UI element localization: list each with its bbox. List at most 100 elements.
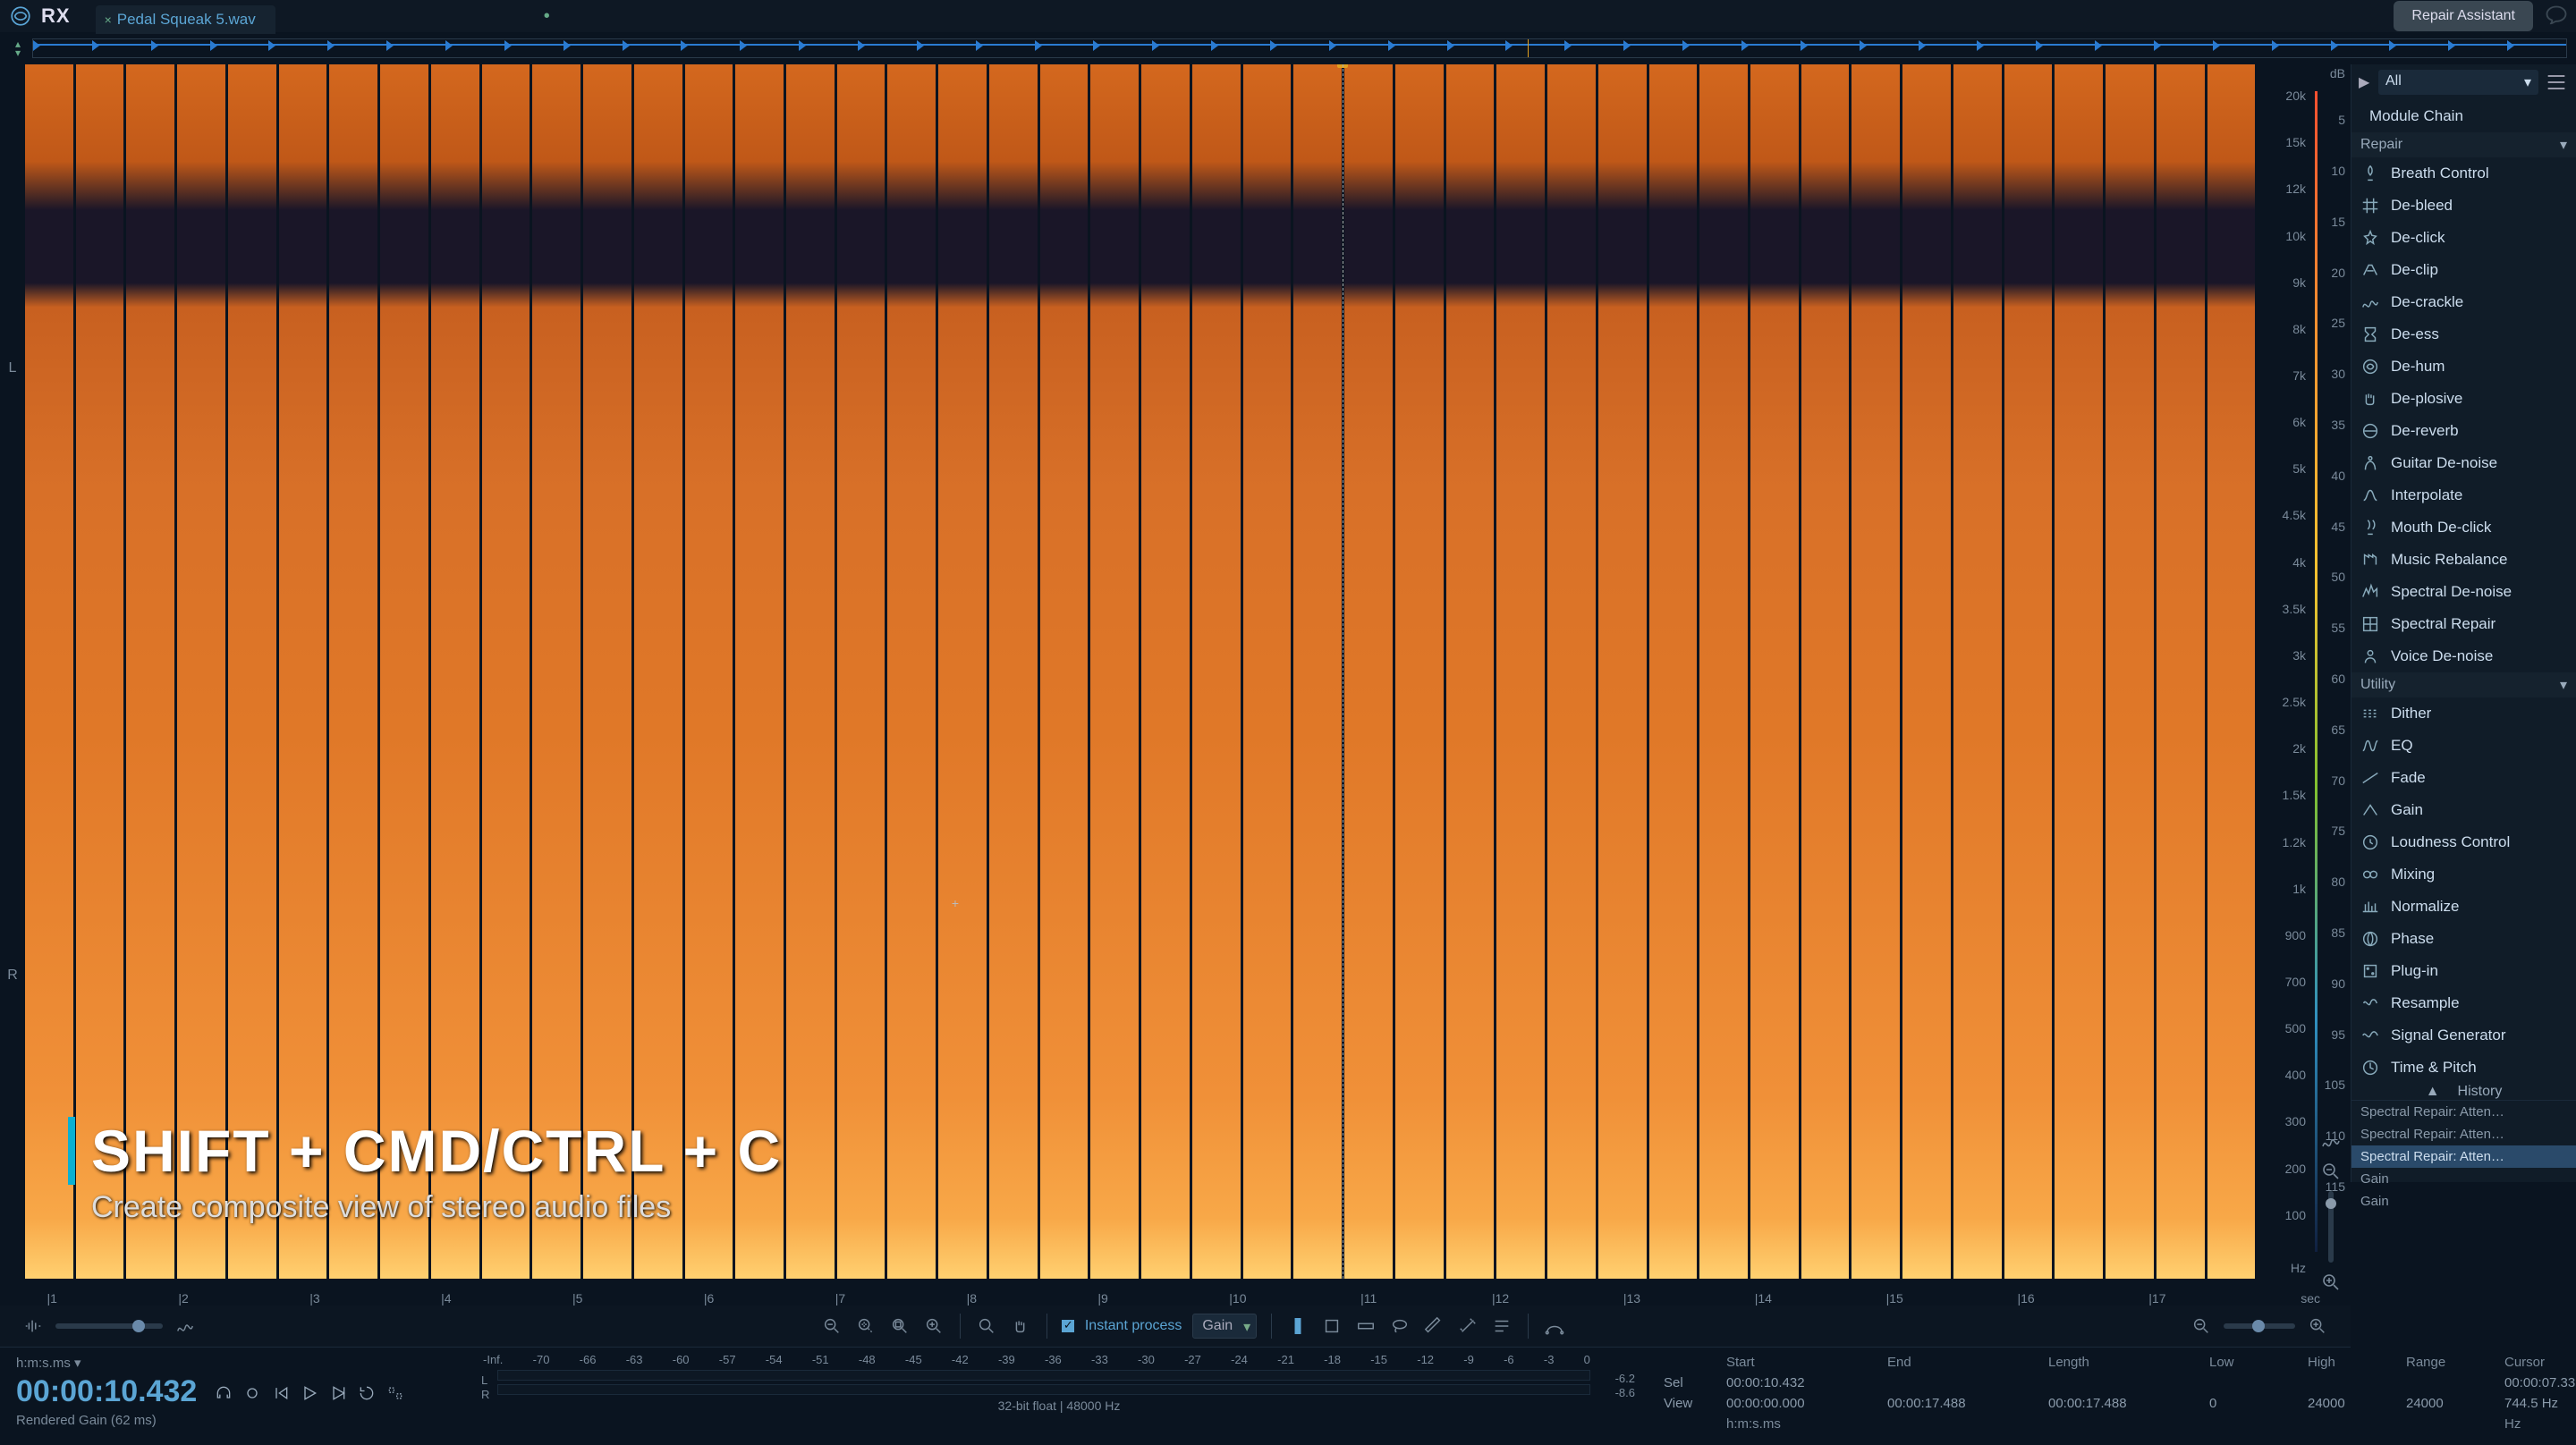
module-item[interactable]: De-ess <box>2351 318 2576 351</box>
freq-tick: 900 <box>2285 928 2306 942</box>
module-chain-row[interactable]: Module Chain <box>2351 100 2576 132</box>
rewind-icon[interactable] <box>272 1384 290 1402</box>
module-chain-label: Module Chain <box>2369 107 2463 125</box>
module-item[interactable]: De-click <box>2351 222 2576 254</box>
zoom-in-icon[interactable] <box>922 1314 945 1338</box>
timeline-tick: |11 <box>1360 1291 1377 1306</box>
module-item[interactable]: Dither <box>2351 697 2576 730</box>
level-tick: -15 <box>1370 1353 1387 1366</box>
time-format-select[interactable]: h:m:s.ms ▾ <box>16 1355 449 1371</box>
module-icon <box>2360 292 2380 312</box>
level-tick: -30 <box>1138 1353 1155 1366</box>
zoom-out-v-icon[interactable] <box>2320 1161 2342 1182</box>
vertical-slider[interactable] <box>2328 1191 2334 1263</box>
overview-strip[interactable] <box>32 38 2567 58</box>
overview-playhead[interactable] <box>1528 39 1529 57</box>
zoom-selection-icon[interactable] <box>888 1314 911 1338</box>
history-up-icon[interactable]: ▲ <box>2426 1084 2440 1100</box>
module-item[interactable]: Spectral De-noise <box>2351 576 2576 608</box>
timeline-ruler[interactable]: sec |1|2|3|4|5|6|7|8|9|10|11|12|13|14|15… <box>0 1279 2351 1306</box>
ruler-toggle-icon[interactable] <box>2320 1130 2342 1152</box>
module-item[interactable]: De-reverb <box>2351 415 2576 447</box>
module-item[interactable]: Mixing <box>2351 858 2576 891</box>
lasso-tool-icon[interactable] <box>1388 1314 1411 1338</box>
process-select[interactable]: Gain <box>1192 1314 1257 1339</box>
module-item[interactable]: Fade <box>2351 762 2576 794</box>
wave-spectro-icon[interactable] <box>174 1314 197 1338</box>
module-item[interactable]: De-bleed <box>2351 190 2576 222</box>
module-item[interactable]: Mouth De-click <box>2351 511 2576 544</box>
history-item[interactable]: Spectral Repair: Atten… <box>2351 1101 2576 1123</box>
level-tick: -3 <box>1544 1353 1555 1366</box>
wand-tool-icon[interactable] <box>1456 1314 1479 1338</box>
module-item[interactable]: Voice De-noise <box>2351 640 2576 672</box>
list-tool-icon[interactable] <box>1490 1314 1513 1338</box>
sidebar-play-icon[interactable]: ▶ <box>2359 73 2373 91</box>
play-icon[interactable] <box>301 1384 318 1402</box>
section-utility[interactable]: Utility▾ <box>2351 672 2576 697</box>
spectrogram-view[interactable]: + SHIFT + CMD/CTRL + C Create composite … <box>25 64 2258 1279</box>
module-item[interactable]: Breath Control <box>2351 157 2576 190</box>
filter-dropdown[interactable]: All▾ <box>2378 70 2538 95</box>
module-item[interactable]: Normalize <box>2351 891 2576 923</box>
file-tab[interactable]: × Pedal Squeak 5.wav <box>96 5 275 34</box>
history-item[interactable]: Gain <box>2351 1168 2576 1190</box>
module-item[interactable]: Time & Pitch <box>2351 1052 2576 1084</box>
assist-halo-icon[interactable] <box>2544 4 2569 29</box>
module-item[interactable]: Resample <box>2351 987 2576 1019</box>
record-icon[interactable] <box>243 1384 261 1402</box>
module-item[interactable]: De-plosive <box>2351 383 2576 415</box>
freq-select-tool-icon[interactable] <box>1354 1314 1377 1338</box>
module-item[interactable]: Phase <box>2351 923 2576 955</box>
curve-tool-icon[interactable] <box>1543 1314 1566 1338</box>
module-item[interactable]: Music Rebalance <box>2351 544 2576 576</box>
module-item[interactable]: De-crackle <box>2351 286 2576 318</box>
loop-icon[interactable] <box>358 1384 376 1402</box>
freq-tick: 8k <box>2292 322 2306 336</box>
module-item[interactable]: Gain <box>2351 794 2576 826</box>
time-select-tool-icon[interactable] <box>1286 1314 1309 1338</box>
zoom-fit-icon[interactable] <box>854 1314 877 1338</box>
tab-close-icon[interactable]: × <box>105 13 112 27</box>
channel-labels: L R <box>0 64 25 1279</box>
module-item[interactable]: Signal Generator <box>2351 1019 2576 1052</box>
history-panel: ▲History Spectral Repair: Atten…Spectral… <box>2351 1084 2576 1182</box>
freq-tick: 700 <box>2285 975 2306 989</box>
module-item[interactable]: Plug-in <box>2351 955 2576 987</box>
module-label: De-crackle <box>2391 293 2463 311</box>
module-item[interactable]: Guitar De-noise <box>2351 447 2576 479</box>
zoom-out-icon[interactable] <box>820 1314 843 1338</box>
zoom-tool-icon[interactable] <box>975 1314 998 1338</box>
module-item[interactable]: EQ <box>2351 730 2576 762</box>
opacity-slider[interactable] <box>55 1323 163 1329</box>
timeline-tick: |1 <box>47 1291 57 1306</box>
module-item[interactable]: Interpolate <box>2351 479 2576 511</box>
headphone-icon[interactable] <box>215 1384 233 1402</box>
history-item[interactable]: Gain <box>2351 1190 2576 1213</box>
grab-tool-icon[interactable] <box>1009 1314 1032 1338</box>
bottom-toolbar: Instant process Gain <box>0 1306 2351 1347</box>
module-item[interactable]: Spectral Repair <box>2351 608 2576 640</box>
vzoom-out-icon[interactable] <box>2190 1314 2213 1338</box>
zoom-in-v-icon[interactable] <box>2320 1272 2342 1293</box>
repair-assistant-button[interactable]: Repair Assistant <box>2394 1 2533 31</box>
module-item[interactable]: De-clip <box>2351 254 2576 286</box>
section-repair[interactable]: Repair▾ <box>2351 132 2576 157</box>
module-item[interactable]: Loudness Control <box>2351 826 2576 858</box>
waveform-bars-icon[interactable] <box>21 1314 45 1338</box>
shuffle-icon[interactable] <box>386 1384 404 1402</box>
timeline-tick: |3 <box>309 1291 319 1306</box>
module-list-toggle-icon[interactable] <box>2544 70 2569 95</box>
vertical-zoom-slider[interactable] <box>2224 1323 2295 1329</box>
collapse-icon: ▾ <box>2560 136 2567 154</box>
sel-cell: Sel <box>1664 1375 1717 1390</box>
tf-select-tool-icon[interactable] <box>1320 1314 1343 1338</box>
brush-tool-icon[interactable] <box>1422 1314 1445 1338</box>
module-item[interactable]: De-hum <box>2351 351 2576 383</box>
history-item[interactable]: Spectral Repair: Atten… <box>2351 1123 2576 1145</box>
instant-process-checkbox[interactable] <box>1062 1320 1074 1332</box>
module-icon <box>2360 389 2380 409</box>
history-item[interactable]: Spectral Repair: Atten… <box>2351 1145 2576 1168</box>
overview-vzoom[interactable]: ▴▾ <box>9 39 27 57</box>
play-sel-icon[interactable] <box>329 1384 347 1402</box>
